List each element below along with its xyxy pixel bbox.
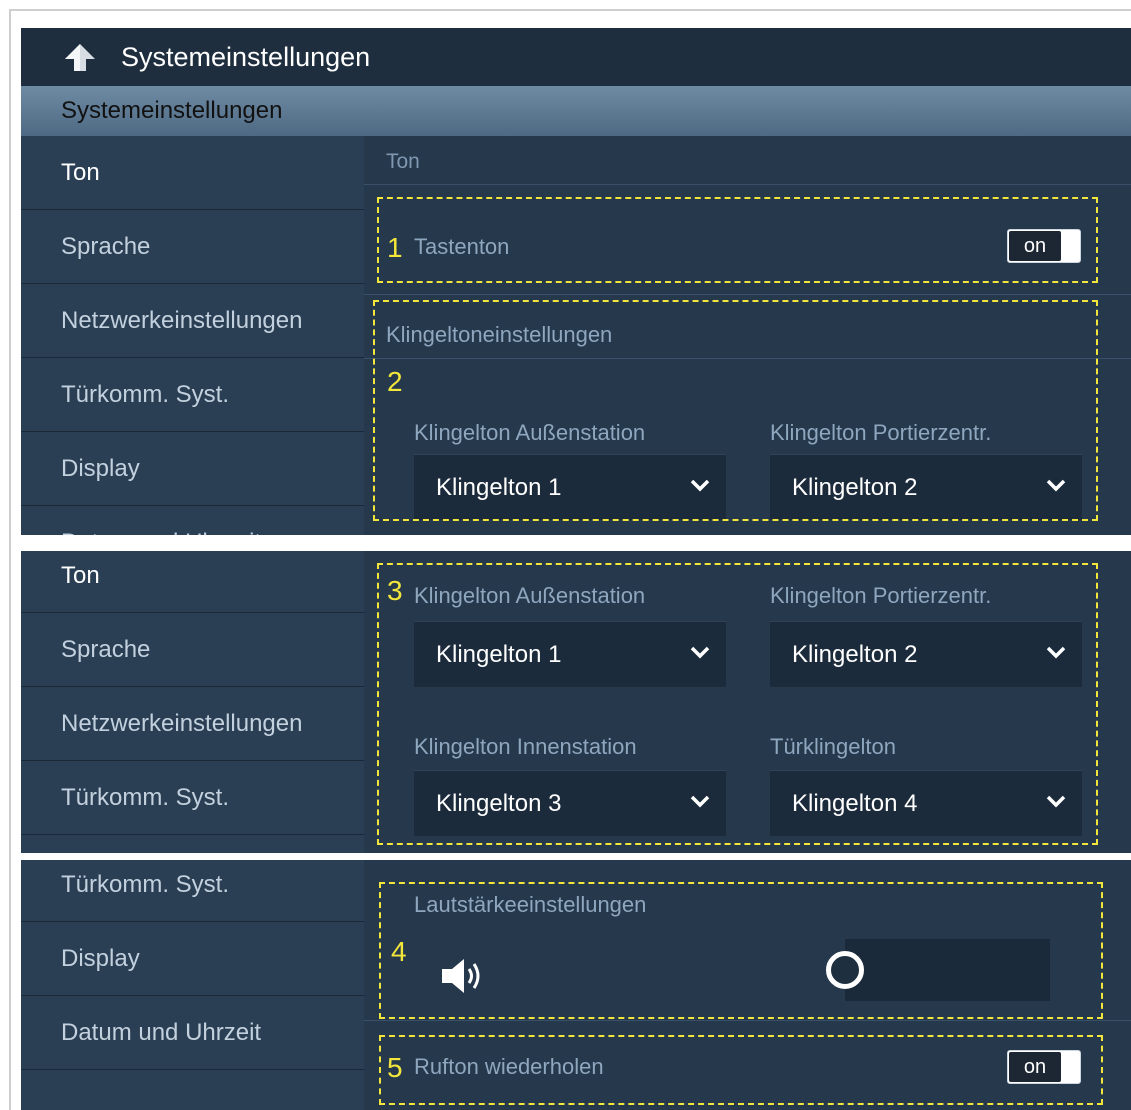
sidebar-item-netzwerk[interactable]: Netzwerkeinstellungen (21, 687, 364, 761)
highlight-box-3 (377, 563, 1098, 845)
panel-sound-overview: Systemeinstellungen Systemeinstellungen … (21, 28, 1131, 535)
panel-volume: Türkomm. Syst. Display Datum und Uhrzeit… (21, 860, 1131, 1110)
sidebar-item-datum[interactable]: Datum und Uhrzeit (21, 996, 364, 1070)
highlight-box-1 (377, 197, 1098, 283)
marker-2: 2 (387, 366, 403, 397)
marker-5: 5 (387, 1052, 403, 1083)
divider (364, 184, 1131, 185)
sidebar-item-datum[interactable]: Datum und Uhrzeit (21, 506, 364, 536)
sidebar-item-tuerkomm[interactable]: Türkomm. Syst. (21, 860, 364, 922)
sidebar-item-display[interactable]: Display (21, 432, 364, 506)
sidebar: Ton Sprache Netzwerkeinstellungen Türkom… (21, 551, 364, 853)
marker-3: 3 (387, 575, 403, 606)
marker-4: 4 (391, 936, 407, 967)
page-title: Systemeinstellungen (121, 41, 371, 72)
sidebar: Türkomm. Syst. Display Datum und Uhrzeit (21, 860, 364, 1110)
section-heading-ton: Ton (386, 150, 420, 173)
sidebar-item-netzwerk[interactable]: Netzwerkeinstellungen (21, 284, 364, 358)
sidebar-item-tuerkomm[interactable]: Türkomm. Syst. (21, 761, 364, 835)
sidebar-item-ton[interactable]: Ton (21, 551, 364, 613)
divider (364, 1020, 1131, 1021)
panel-ring-tones: Ton Sprache Netzwerkeinstellungen Türkom… (21, 551, 1131, 853)
section-header-bar: Systemeinstellungen (21, 86, 1131, 136)
sidebar-item-sprache[interactable]: Sprache (21, 613, 364, 687)
highlight-box-5 (379, 1035, 1103, 1105)
divider (364, 294, 1131, 295)
sidebar-item-display[interactable]: Display (21, 922, 364, 996)
sidebar: Ton Sprache Netzwerkeinstellungen Türkom… (21, 136, 364, 535)
title-bar: Systemeinstellungen (21, 28, 1131, 86)
sidebar-item-sprache[interactable]: Sprache (21, 210, 364, 284)
sidebar-item-tuerkomm[interactable]: Türkomm. Syst. (21, 358, 364, 432)
back-arrow-icon (65, 44, 95, 71)
marker-1: 1 (387, 232, 403, 263)
highlight-box-4 (379, 882, 1103, 1019)
highlight-box-2 (373, 300, 1098, 521)
sidebar-item-ton[interactable]: Ton (21, 136, 364, 210)
